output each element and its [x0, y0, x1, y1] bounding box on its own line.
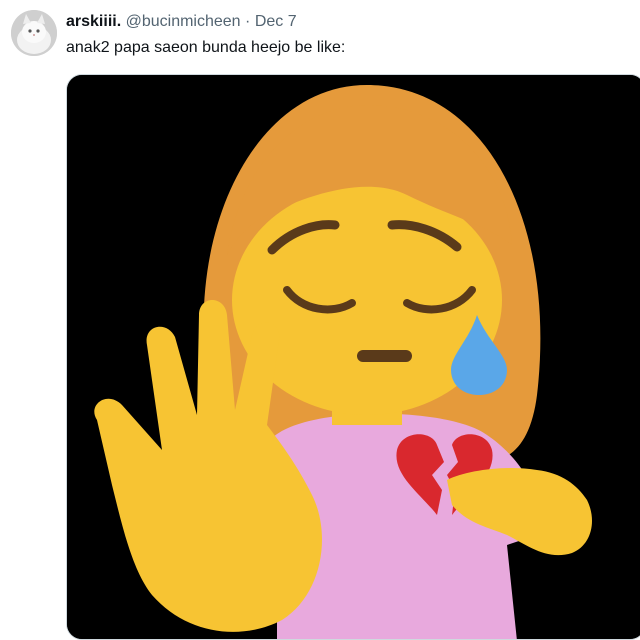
tweet-media-image[interactable]	[66, 74, 640, 640]
cat-avatar-icon	[11, 10, 57, 56]
avatar[interactable]	[11, 10, 57, 56]
tweet-text: anak2 papa saeon bunda heejo be like:	[66, 39, 346, 56]
tweet-date[interactable]: Dec 7	[255, 13, 297, 30]
tweet[interactable]: arskiiii. @bucinmicheen · Dec 7 anak2 pa…	[0, 0, 640, 640]
display-name[interactable]: arskiiii.	[66, 13, 121, 30]
separator-dot: ·	[245, 13, 251, 30]
tweet-header: arskiiii. @bucinmicheen · Dec 7	[66, 12, 297, 32]
sad-emoji-illustration	[67, 75, 640, 639]
user-handle[interactable]: @bucinmicheen	[126, 13, 241, 30]
